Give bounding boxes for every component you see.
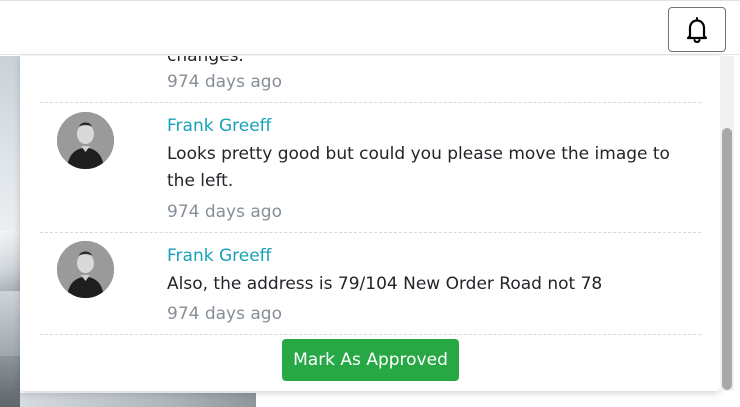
scrollbar-thumb[interactable] [722,128,732,390]
comment-divider [40,334,701,335]
comment-text-partial: changes. [167,56,244,66]
page-edge [734,56,740,407]
notifications-button[interactable] [668,7,726,52]
comment-time: 974 days ago [167,202,282,222]
background-image-bottom [20,393,256,407]
avatar [57,241,114,298]
comment-message: Looks pretty good but could you please m… [167,144,670,191]
bell-icon [686,16,708,43]
top-bar [0,0,740,55]
comment-author[interactable]: Frank Greeff [167,245,271,267]
comment-divider [40,232,701,233]
background-image [0,56,20,407]
mark-as-approved-button[interactable]: Mark As Approved [282,339,459,381]
avatar [57,112,114,169]
comment-author[interactable]: Frank Greeff [167,115,271,137]
comments-dropdown: changes. 974 days ago Frank Greeff Looks… [20,56,720,391]
comment-time: 974 days ago [167,304,282,324]
comment-time: 974 days ago [167,72,282,92]
comment-divider [40,102,701,103]
comment-message: Also, the address is 79/104 New Order Ro… [167,274,603,294]
